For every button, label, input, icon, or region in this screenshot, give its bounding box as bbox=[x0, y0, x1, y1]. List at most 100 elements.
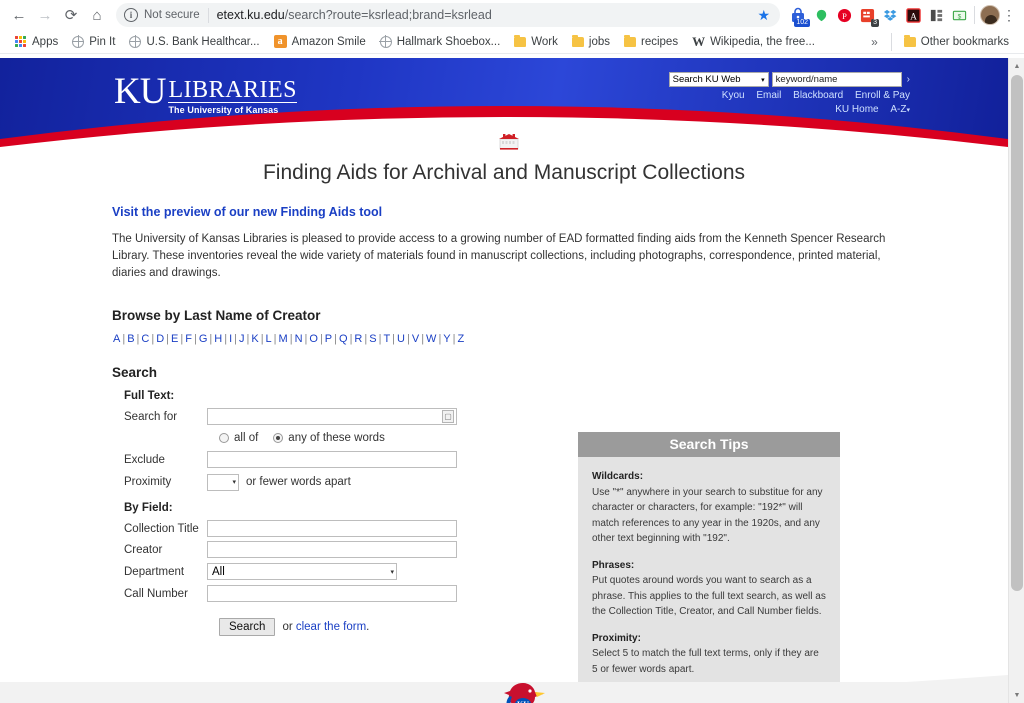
dropbox-extension-icon[interactable] bbox=[880, 5, 900, 25]
chrome-menu-icon[interactable]: ⋮ bbox=[1000, 7, 1018, 24]
radio-any-of[interactable] bbox=[273, 433, 284, 443]
other-bookmarks-label: Other bookmarks bbox=[920, 35, 1009, 48]
pinterest-extension-icon[interactable]: P bbox=[834, 5, 854, 25]
alpha-link-W[interactable]: W bbox=[425, 333, 437, 345]
evernote-extension-icon[interactable] bbox=[811, 5, 831, 25]
honey-extension-icon[interactable]: $ bbox=[949, 5, 969, 25]
svg-text:$: $ bbox=[957, 13, 961, 20]
ku-libraries-logo[interactable]: KU LIBRARIES The University of Kansas bbox=[114, 73, 297, 115]
alpha-link-B[interactable]: B bbox=[126, 333, 135, 345]
bookmark-label: jobs bbox=[588, 35, 610, 48]
alpha-link-E[interactable]: E bbox=[170, 333, 179, 345]
department-select[interactable]: All ▾ bbox=[207, 563, 397, 580]
bookmark-amazon-smile[interactable]: a Amazon Smile bbox=[267, 33, 373, 50]
link-a-z-label: A-Z bbox=[890, 104, 907, 115]
other-bookmarks-button[interactable]: Other bookmarks bbox=[897, 34, 1016, 50]
spinner-icon[interactable]: ▢ bbox=[442, 410, 454, 423]
alpha-link-S[interactable]: S bbox=[368, 333, 377, 345]
preview-tool-link[interactable]: Visit the preview of our new Finding Aid… bbox=[112, 205, 1008, 219]
radio-all-of[interactable] bbox=[219, 433, 229, 443]
forward-button[interactable]: → bbox=[32, 2, 58, 28]
address-bar[interactable]: i Not secure etext.ku.edu/search?route=k… bbox=[116, 3, 780, 27]
bookmarks-overflow-icon[interactable]: » bbox=[863, 35, 886, 49]
adobe-acrobat-extension-icon[interactable]: A bbox=[903, 5, 923, 25]
link-enroll-pay[interactable]: Enroll & Pay bbox=[855, 90, 910, 101]
alpha-link-O[interactable]: O bbox=[308, 333, 319, 345]
url-text: etext.ku.edu/search?route=ksrlead;brand=… bbox=[217, 8, 492, 22]
chevron-down-icon: ▾ bbox=[390, 568, 394, 576]
alpha-link-K[interactable]: K bbox=[250, 333, 259, 345]
page-title: Finding Aids for Archival and Manuscript… bbox=[262, 161, 746, 184]
match-mode-radio-group: all of any of these words bbox=[112, 427, 1008, 449]
bookmark-label: Pin It bbox=[89, 35, 116, 48]
not-secure-info-icon[interactable]: i bbox=[124, 8, 138, 22]
keyword-input[interactable]: keyword/name bbox=[771, 72, 902, 87]
bookmark-apps[interactable]: Apps bbox=[8, 34, 65, 50]
link-blackboard[interactable]: Blackboard bbox=[793, 90, 843, 101]
jayhawk-logo: KU bbox=[504, 683, 545, 703]
alpha-link-M[interactable]: M bbox=[278, 333, 289, 345]
alpha-link-H[interactable]: H bbox=[213, 333, 223, 345]
call-number-input[interactable] bbox=[207, 585, 457, 602]
bookmarks-overflow: » Other bookmarks bbox=[863, 32, 1016, 51]
alpha-link-R[interactable]: R bbox=[353, 333, 363, 345]
search-for-row: Search for ▢ bbox=[112, 406, 1008, 427]
main-content: Visit the preview of our new Finding Aid… bbox=[0, 205, 1008, 636]
globe-icon bbox=[129, 35, 142, 48]
alpha-link-T[interactable]: T bbox=[382, 333, 391, 345]
bookmark-folder-jobs[interactable]: jobs bbox=[565, 34, 617, 50]
collection-title-input[interactable] bbox=[207, 520, 457, 537]
lastpass-extension-icon[interactable]: 102 bbox=[788, 5, 810, 27]
alpha-link-Z[interactable]: Z bbox=[457, 333, 466, 345]
bookmark-folder-recipes[interactable]: recipes bbox=[617, 34, 685, 50]
folder-icon bbox=[903, 34, 916, 47]
alpha-link-D[interactable]: D bbox=[155, 333, 165, 345]
alpha-link-V[interactable]: V bbox=[411, 333, 420, 345]
alpha-link-Y[interactable]: Y bbox=[442, 333, 451, 345]
bookmark-folder-work[interactable]: Work bbox=[507, 34, 565, 50]
alpha-link-F[interactable]: F bbox=[184, 333, 193, 345]
reload-button[interactable]: ⟳ bbox=[58, 2, 84, 28]
link-a-z[interactable]: A-Z▾ bbox=[890, 104, 910, 115]
alpha-link-C[interactable]: C bbox=[140, 333, 150, 345]
alpha-link-A[interactable]: A bbox=[112, 333, 121, 345]
radio-any-of-label: any of these words bbox=[288, 432, 385, 444]
scrollbar-thumb[interactable] bbox=[1011, 75, 1023, 591]
creator-input[interactable] bbox=[207, 541, 457, 558]
home-button[interactable]: ⌂ bbox=[84, 2, 110, 28]
alpha-link-N[interactable]: N bbox=[294, 333, 304, 345]
clear-prefix: or bbox=[282, 621, 296, 633]
clear-form-link[interactable]: clear the form bbox=[296, 621, 366, 633]
bookmark-us-bank[interactable]: U.S. Bank Healthcar... bbox=[122, 34, 266, 50]
grammarly-extension-icon[interactable] bbox=[926, 5, 946, 25]
alpha-link-Q[interactable]: Q bbox=[338, 333, 349, 345]
browse-heading: Browse by Last Name of Creator bbox=[112, 308, 321, 323]
link-kyou[interactable]: Kyou bbox=[722, 90, 745, 101]
search-button[interactable]: Search bbox=[219, 618, 276, 636]
link-email[interactable]: Email bbox=[756, 90, 781, 101]
alpha-link-U[interactable]: U bbox=[396, 333, 406, 345]
alpha-link-L[interactable]: L bbox=[265, 333, 273, 345]
exclude-input[interactable] bbox=[207, 451, 457, 468]
bookmark-wikipedia[interactable]: W Wikipedia, the free... bbox=[685, 32, 822, 52]
search-for-input[interactable]: ▢ bbox=[207, 408, 457, 425]
folder-icon bbox=[624, 34, 636, 47]
department-label: Department bbox=[124, 565, 185, 578]
back-button[interactable]: ← bbox=[6, 2, 32, 28]
proximity-select[interactable]: ▾ bbox=[207, 473, 239, 491]
link-ku-home[interactable]: KU Home bbox=[835, 104, 878, 115]
page-scrollbar[interactable]: ▲ ▼ bbox=[1008, 58, 1024, 703]
rss-extension-icon[interactable]: 3 bbox=[857, 5, 879, 27]
bookmark-label: Amazon Smile bbox=[291, 35, 366, 48]
avatar[interactable] bbox=[980, 5, 1000, 25]
scrollbar-up-arrow[interactable]: ▲ bbox=[1009, 58, 1024, 74]
bookmark-star-icon[interactable]: ★ bbox=[751, 7, 776, 24]
search-go-icon[interactable]: › bbox=[905, 74, 910, 85]
alpha-link-P[interactable]: P bbox=[324, 333, 333, 345]
alpha-link-G[interactable]: G bbox=[198, 333, 209, 345]
scrollbar-down-arrow[interactable]: ▼ bbox=[1009, 687, 1024, 703]
search-scope-select[interactable]: Search KU Web ▾ bbox=[668, 72, 769, 87]
bookmark-pin-it[interactable]: Pin It bbox=[65, 34, 122, 50]
chevron-down-icon: ▾ bbox=[906, 107, 910, 114]
bookmark-hallmark[interactable]: Hallmark Shoebox... bbox=[373, 34, 508, 50]
